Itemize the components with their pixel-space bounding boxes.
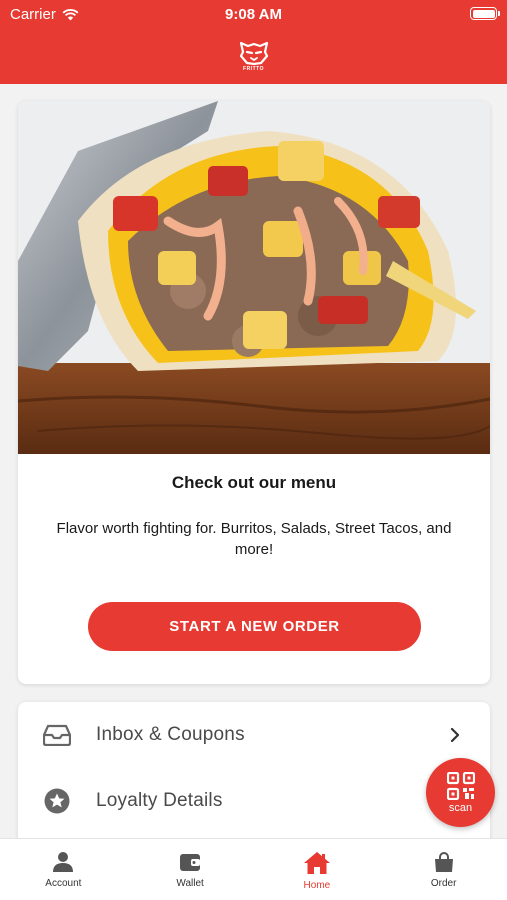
list-item-inbox-coupons[interactable]: Inbox & Coupons [18, 702, 490, 768]
home-icon [303, 852, 330, 874]
tiger-head-logo-icon [239, 41, 268, 65]
tab-bar: Account Wallet Home Order [0, 838, 507, 900]
tab-order[interactable]: Order [380, 839, 507, 900]
logo-text: FRITTO [243, 65, 264, 72]
tab-wallet[interactable]: Wallet [127, 839, 254, 900]
brand-logo[interactable]: FRITTO [239, 41, 269, 72]
list-item-label: Loyalty Details [96, 790, 223, 811]
list-item-label: Inbox & Coupons [96, 724, 245, 745]
app-header: FRITTO [0, 28, 507, 84]
chevron-right-icon [448, 728, 462, 742]
tab-label: Home [303, 880, 331, 891]
list-item-loyalty-details[interactable]: Loyalty Details [18, 768, 490, 834]
tab-account[interactable]: Account [0, 839, 127, 900]
wallet-icon [180, 854, 201, 871]
tab-label: Wallet [176, 878, 204, 889]
battery-full-icon [470, 7, 500, 20]
tab-home[interactable]: Home [254, 839, 381, 900]
menu-card-description: Flavor worth fighting for. Burritos, Sal… [56, 520, 452, 558]
tab-label: Account [45, 878, 82, 889]
qr-code-icon [446, 771, 475, 800]
person-icon [53, 852, 74, 872]
star-circle-icon [42, 786, 72, 816]
scan-label: scan [448, 801, 473, 814]
status-bar: Carrier 9:08 AM [0, 0, 507, 28]
menu-promo-card: Check out our menu Flavor worth fighting… [18, 101, 490, 684]
start-new-order-button[interactable]: START A NEW ORDER [88, 602, 421, 651]
scan-button[interactable]: scan [426, 758, 495, 827]
inbox-tray-icon [42, 720, 72, 750]
shopping-bag-icon [434, 852, 453, 872]
tab-label: Order [430, 878, 457, 889]
status-time: 9:08 AM [225, 6, 282, 23]
menu-card-title: Check out our menu [171, 473, 337, 492]
burrito-photo [18, 101, 490, 454]
